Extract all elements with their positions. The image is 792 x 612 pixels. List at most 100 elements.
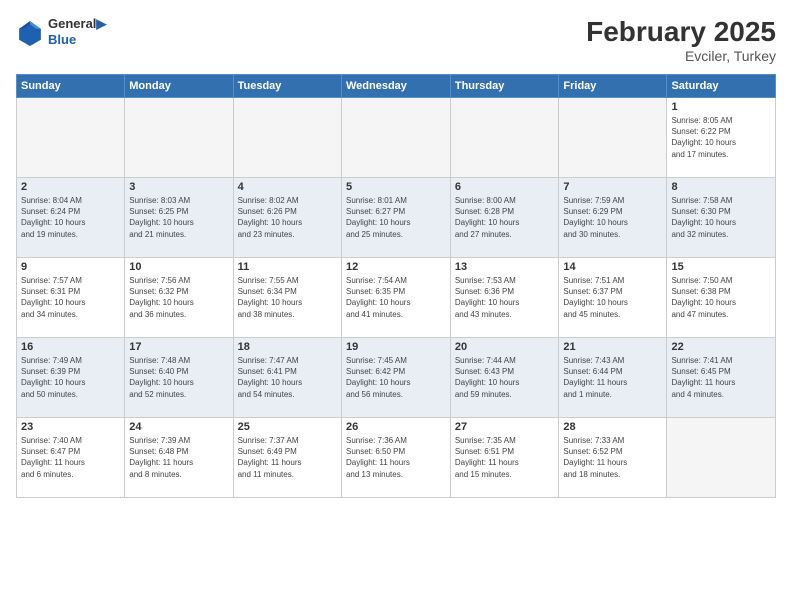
day-number: 16 bbox=[21, 341, 120, 353]
calendar-day-cell: 24 Sunrise: 7:39 AM Sunset: 6:48 PM Dayli… bbox=[125, 418, 233, 498]
calendar-day-cell bbox=[667, 418, 776, 498]
day-number: 27 bbox=[455, 421, 555, 433]
calendar-day-cell bbox=[17, 98, 125, 178]
day-number: 9 bbox=[21, 261, 120, 273]
calendar-week-row: 9 Sunrise: 7:57 AM Sunset: 6:31 PM Daylig… bbox=[17, 258, 776, 338]
day-number: 12 bbox=[346, 261, 446, 273]
calendar-week-row: 16 Sunrise: 7:49 AM Sunset: 6:39 PM Dayli… bbox=[17, 338, 776, 418]
calendar-day-cell: 15Sunrise: 7:50 AM Sunset: 6:38 PM Dayli… bbox=[667, 258, 776, 338]
calendar-day-cell: 4Sunrise: 8:02 AM Sunset: 6:26 PM Daylig… bbox=[233, 178, 341, 258]
day-number: 6 bbox=[455, 181, 555, 193]
day-info: Sunrise: 7:56 AM Sunset: 6:32 PM Dayligh… bbox=[129, 275, 228, 320]
calendar-week-row: 23 Sunrise: 7:40 AM Sunset: 6:47 PM Dayli… bbox=[17, 418, 776, 498]
calendar-day-cell: 22Sunrise: 7:41 AM Sunset: 6:45 PM Dayli… bbox=[667, 338, 776, 418]
day-info: Sunrise: 8:02 AM Sunset: 6:26 PM Dayligh… bbox=[238, 195, 337, 240]
day-info: Sunrise: 8:03 AM Sunset: 6:25 PM Dayligh… bbox=[129, 195, 228, 240]
title-block: February 2025 Evciler, Turkey bbox=[586, 16, 776, 64]
day-info: Sunrise: 7:33 AM Sunset: 6:52 PM Dayligh… bbox=[563, 435, 662, 480]
logo-icon bbox=[16, 18, 44, 46]
day-number: 18 bbox=[238, 341, 337, 353]
calendar-day-cell: 17 Sunrise: 7:48 AM Sunset: 6:40 PM Dayli… bbox=[125, 338, 233, 418]
day-number: 19 bbox=[346, 341, 446, 353]
day-info: Sunrise: 7:47 AM Sunset: 6:41 PM Dayligh… bbox=[238, 355, 337, 400]
day-info: Sunrise: 7:37 AM Sunset: 6:49 PM Dayligh… bbox=[238, 435, 337, 480]
day-number: 17 bbox=[129, 341, 228, 353]
calendar-day-cell: 18 Sunrise: 7:47 AM Sunset: 6:41 PM Dayli… bbox=[233, 338, 341, 418]
calendar-day-cell: 21 Sunrise: 7:43 AM Sunset: 6:44 PM Dayli… bbox=[559, 338, 667, 418]
day-number: 20 bbox=[455, 341, 555, 353]
day-info: Sunrise: 7:58 AM Sunset: 6:30 PM Dayligh… bbox=[671, 195, 771, 240]
day-number: 7 bbox=[563, 181, 662, 193]
day-number: 28 bbox=[563, 421, 662, 433]
calendar-day-cell bbox=[233, 98, 341, 178]
calendar-day-cell: 16 Sunrise: 7:49 AM Sunset: 6:39 PM Dayli… bbox=[17, 338, 125, 418]
day-number: 10 bbox=[129, 261, 228, 273]
col-saturday: Saturday bbox=[667, 75, 776, 98]
subtitle: Evciler, Turkey bbox=[586, 48, 776, 64]
main-title: February 2025 bbox=[586, 16, 776, 48]
day-info: Sunrise: 7:54 AM Sunset: 6:35 PM Dayligh… bbox=[346, 275, 446, 320]
calendar-day-cell: 19 Sunrise: 7:45 AM Sunset: 6:42 PM Dayli… bbox=[341, 338, 450, 418]
day-info: Sunrise: 7:49 AM Sunset: 6:39 PM Dayligh… bbox=[21, 355, 120, 400]
calendar-day-cell: 3 Sunrise: 8:03 AM Sunset: 6:25 PM Daylig… bbox=[125, 178, 233, 258]
calendar-week-row: 2 Sunrise: 8:04 AM Sunset: 6:24 PM Daylig… bbox=[17, 178, 776, 258]
calendar-day-cell: 11 Sunrise: 7:55 AM Sunset: 6:34 PM Dayli… bbox=[233, 258, 341, 338]
day-info: Sunrise: 8:04 AM Sunset: 6:24 PM Dayligh… bbox=[21, 195, 120, 240]
day-number: 8 bbox=[671, 181, 771, 193]
col-thursday: Thursday bbox=[450, 75, 559, 98]
day-info: Sunrise: 7:48 AM Sunset: 6:40 PM Dayligh… bbox=[129, 355, 228, 400]
day-info: Sunrise: 7:59 AM Sunset: 6:29 PM Dayligh… bbox=[563, 195, 662, 240]
calendar-day-cell: 20 Sunrise: 7:44 AM Sunset: 6:43 PM Dayli… bbox=[450, 338, 559, 418]
day-number: 25 bbox=[238, 421, 337, 433]
day-number: 11 bbox=[238, 261, 337, 273]
day-info: Sunrise: 7:36 AM Sunset: 6:50 PM Dayligh… bbox=[346, 435, 446, 480]
col-monday: Monday bbox=[125, 75, 233, 98]
col-sunday: Sunday bbox=[17, 75, 125, 98]
day-info: Sunrise: 7:45 AM Sunset: 6:42 PM Dayligh… bbox=[346, 355, 446, 400]
calendar-day-cell: 12 Sunrise: 7:54 AM Sunset: 6:35 PM Dayli… bbox=[341, 258, 450, 338]
day-number: 15 bbox=[671, 261, 771, 273]
calendar: Sunday Monday Tuesday Wednesday Thursday… bbox=[16, 74, 776, 498]
day-number: 14 bbox=[563, 261, 662, 273]
calendar-day-cell: 23 Sunrise: 7:40 AM Sunset: 6:47 PM Dayli… bbox=[17, 418, 125, 498]
col-friday: Friday bbox=[559, 75, 667, 98]
calendar-header-row: Sunday Monday Tuesday Wednesday Thursday… bbox=[17, 75, 776, 98]
calendar-day-cell: 7 Sunrise: 7:59 AM Sunset: 6:29 PM Daylig… bbox=[559, 178, 667, 258]
day-number: 3 bbox=[129, 181, 228, 193]
col-wednesday: Wednesday bbox=[341, 75, 450, 98]
day-info: Sunrise: 7:39 AM Sunset: 6:48 PM Dayligh… bbox=[129, 435, 228, 480]
calendar-day-cell: 1 Sunrise: 8:05 AM Sunset: 6:22 PM Daylig… bbox=[667, 98, 776, 178]
day-number: 13 bbox=[455, 261, 555, 273]
day-info: Sunrise: 7:35 AM Sunset: 6:51 PM Dayligh… bbox=[455, 435, 555, 480]
calendar-day-cell: 26 Sunrise: 7:36 AM Sunset: 6:50 PM Dayli… bbox=[341, 418, 450, 498]
day-info: Sunrise: 7:43 AM Sunset: 6:44 PM Dayligh… bbox=[563, 355, 662, 400]
day-info: Sunrise: 7:53 AM Sunset: 6:36 PM Dayligh… bbox=[455, 275, 555, 320]
calendar-day-cell: 25 Sunrise: 7:37 AM Sunset: 6:49 PM Dayli… bbox=[233, 418, 341, 498]
calendar-day-cell bbox=[341, 98, 450, 178]
calendar-day-cell: 27 Sunrise: 7:35 AM Sunset: 6:51 PM Dayli… bbox=[450, 418, 559, 498]
logo-text: General▶ Blue bbox=[48, 16, 106, 47]
calendar-day-cell bbox=[450, 98, 559, 178]
day-number: 1 bbox=[671, 101, 771, 113]
day-info: Sunrise: 7:40 AM Sunset: 6:47 PM Dayligh… bbox=[21, 435, 120, 480]
logo: General▶ Blue bbox=[16, 16, 106, 47]
day-number: 26 bbox=[346, 421, 446, 433]
calendar-day-cell: 10 Sunrise: 7:56 AM Sunset: 6:32 PM Dayli… bbox=[125, 258, 233, 338]
day-number: 21 bbox=[563, 341, 662, 353]
day-number: 24 bbox=[129, 421, 228, 433]
calendar-day-cell bbox=[125, 98, 233, 178]
day-number: 23 bbox=[21, 421, 120, 433]
day-info: Sunrise: 8:05 AM Sunset: 6:22 PM Dayligh… bbox=[671, 115, 771, 160]
calendar-day-cell: 13 Sunrise: 7:53 AM Sunset: 6:36 PM Dayli… bbox=[450, 258, 559, 338]
header: General▶ Blue February 2025 Evciler, Tur… bbox=[16, 16, 776, 64]
calendar-day-cell bbox=[559, 98, 667, 178]
calendar-day-cell: 14Sunrise: 7:51 AM Sunset: 6:37 PM Dayli… bbox=[559, 258, 667, 338]
calendar-day-cell: 5Sunrise: 8:01 AM Sunset: 6:27 PM Daylig… bbox=[341, 178, 450, 258]
day-info: Sunrise: 7:57 AM Sunset: 6:31 PM Dayligh… bbox=[21, 275, 120, 320]
day-info: Sunrise: 7:55 AM Sunset: 6:34 PM Dayligh… bbox=[238, 275, 337, 320]
day-number: 2 bbox=[21, 181, 120, 193]
day-info: Sunrise: 7:44 AM Sunset: 6:43 PM Dayligh… bbox=[455, 355, 555, 400]
calendar-day-cell: 9 Sunrise: 7:57 AM Sunset: 6:31 PM Daylig… bbox=[17, 258, 125, 338]
calendar-day-cell: 6Sunrise: 8:00 AM Sunset: 6:28 PM Daylig… bbox=[450, 178, 559, 258]
day-number: 22 bbox=[671, 341, 771, 353]
